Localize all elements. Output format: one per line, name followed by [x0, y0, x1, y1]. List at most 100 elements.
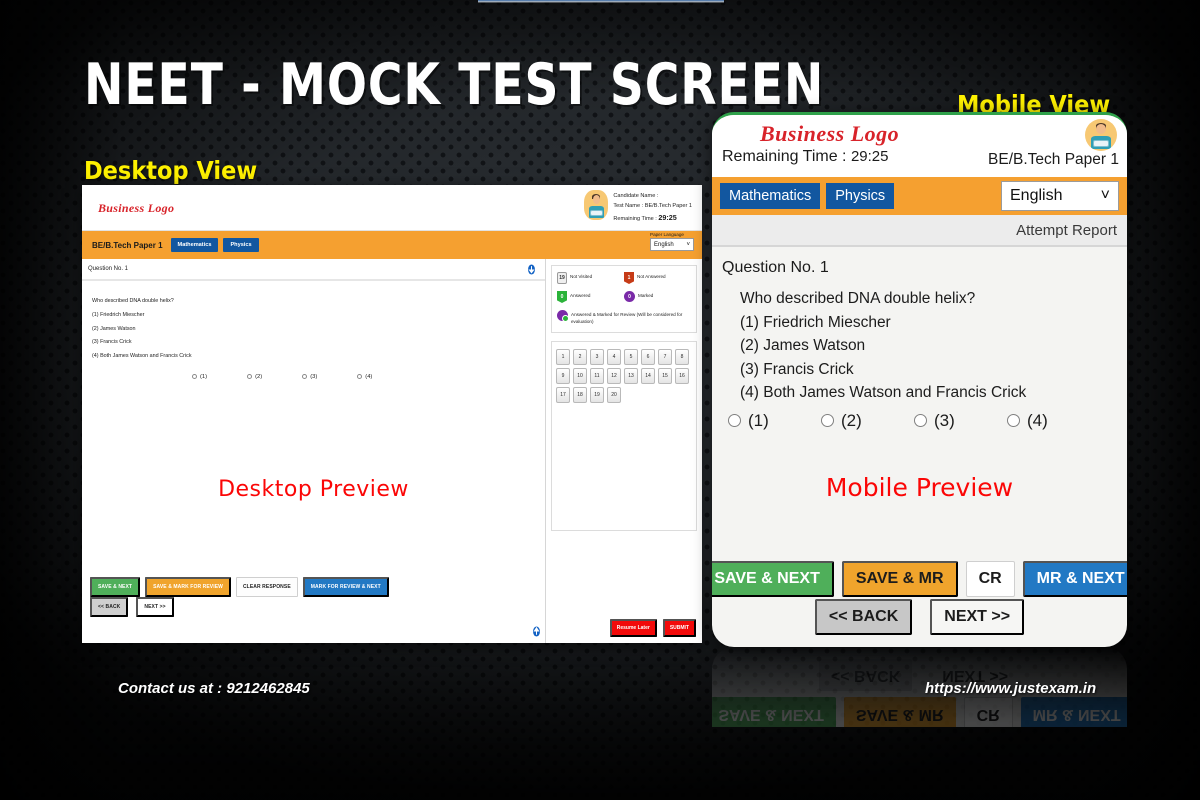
resume-later-button[interactable]: Resume Later	[609, 619, 657, 637]
avatar	[1085, 119, 1117, 151]
mobile-question-content: Who described DNA double helix? (1) Frie…	[712, 277, 1127, 405]
answered-marked-chip-icon	[557, 310, 569, 322]
desktop-question-header: Question No. 1	[82, 259, 545, 281]
mobile-action-buttons-row-1: SAVE & NEXT SAVE & MR CR MR & NEXT	[712, 561, 1127, 597]
mobile-tab-physics[interactable]: Physics	[826, 183, 895, 209]
desktop-navbar: BE/B.Tech Paper 1 Mathematics Physics Pa…	[82, 231, 702, 259]
palette-question-2[interactable]: 2	[573, 349, 587, 366]
palette-question-12[interactable]: 12	[607, 368, 621, 385]
desktop-preview-watermark: Desktop Preview	[218, 477, 409, 502]
mobile-save-and-next-button[interactable]: SAVE & NEXT	[712, 561, 834, 597]
mobile-timer-value: 29:25	[850, 148, 889, 165]
palette-question-8[interactable]: 8	[675, 349, 689, 366]
mobile-paper-name: BE/B.Tech Paper 1	[988, 151, 1119, 168]
palette-question-10[interactable]: 10	[573, 368, 587, 385]
desktop-question-option-1: (1) Friedrich Miescher	[92, 311, 145, 318]
radio-icon[interactable]	[1007, 414, 1020, 428]
desktop-topbar: Business Logo Candidate Name : Test Name…	[82, 185, 702, 231]
scroll-down-arrow-icon[interactable]	[526, 263, 537, 275]
mobile-radio-option-3[interactable]: (3)	[914, 411, 1007, 431]
palette-question-3[interactable]: 3	[590, 349, 604, 366]
page-title: NEET - MOCK TEST SCREEN	[84, 52, 825, 118]
back-button[interactable]: << BACK	[90, 597, 129, 617]
mobile-preview-window: Business Logo Remaining Time : 29:25 BE/…	[712, 112, 1127, 647]
radio-icon[interactable]	[247, 374, 253, 380]
palette-question-17[interactable]: 17	[556, 387, 570, 404]
mobile-back-button[interactable]: << BACK	[814, 599, 913, 635]
desktop-question-option-4: (4) Both James Watson and Francis Crick	[92, 353, 192, 360]
palette-question-11[interactable]: 11	[590, 368, 604, 385]
desktop-question-option-3: (3) Francis Crick	[92, 339, 132, 346]
palette-question-6[interactable]: 6	[641, 349, 655, 366]
radio-icon[interactable]	[914, 414, 927, 428]
mobile-radio-option-2[interactable]: (2)	[821, 411, 914, 431]
chevron-down-icon: ˅	[1100, 187, 1110, 204]
mobile-business-logo: Business Logo	[760, 121, 900, 146]
mobile-question-option-1: (1) Friedrich Miescher	[740, 313, 891, 331]
mobile-clear-response-button[interactable]: CR	[965, 561, 1015, 597]
scroll-up-arrow-icon[interactable]	[531, 626, 542, 637]
desktop-language-select[interactable]: English ˅	[650, 238, 694, 251]
palette-question-15[interactable]: 15	[658, 368, 672, 385]
attempt-report-link[interactable]: Attempt Report	[1016, 222, 1117, 239]
palette-question-7[interactable]: 7	[658, 349, 672, 366]
desktop-sidebar: 19 Not Visited 1 Not Answered 0 Answered…	[533, 259, 702, 643]
palette-question-16[interactable]: 16	[675, 368, 689, 385]
mobile-navbar: Mathematics Physics English ˅	[712, 177, 1127, 215]
desktop-tab-mathematics[interactable]: Mathematics	[170, 238, 219, 252]
avatar	[584, 190, 609, 220]
palette-question-4[interactable]: 4	[607, 349, 621, 366]
desktop-palette-grid: 1 2 3 4 5 6 7 8 9 10 11 12 13 14 15 16 17 18 19 20	[556, 349, 692, 404]
radio-icon[interactable]	[302, 374, 308, 380]
desktop-timer-value: 29:25	[658, 212, 677, 222]
palette-question-19[interactable]: 19	[590, 387, 604, 404]
mobile-header: Business Logo Remaining Time : 29:25 BE/…	[712, 115, 1127, 177]
legend-item-answered-and-marked: Answered & Marked for Review (Will be co…	[557, 310, 691, 325]
desktop-question-number: Question No. 1	[88, 266, 129, 272]
palette-question-14[interactable]: 14	[641, 368, 655, 385]
next-button[interactable]: NEXT >>	[136, 597, 174, 617]
palette-question-5[interactable]: 5	[624, 349, 638, 366]
desktop-radio-option-4[interactable]: (4)	[357, 374, 372, 380]
mobile-save-and-mark-review-button[interactable]: SAVE & MR	[841, 561, 958, 597]
radio-icon[interactable]	[192, 374, 197, 380]
desktop-radio-option-3[interactable]: (3)	[302, 374, 317, 380]
desktop-question-pane: Question No. 1 Who described DNA double …	[82, 259, 546, 643]
mobile-question-text: Who described DNA double helix?	[740, 290, 976, 307]
desktop-paper-name: BE/B.Tech Paper 1	[92, 240, 163, 250]
legend-item-not-answered: 1 Not Answered	[624, 272, 691, 284]
footer-url[interactable]: https://www.justexam.in	[925, 680, 1096, 697]
mobile-language-select[interactable]: English ˅	[1001, 181, 1119, 211]
palette-question-1[interactable]: 1	[556, 349, 570, 366]
desktop-radio-option-2[interactable]: (2)	[247, 374, 262, 380]
desktop-legend-panel: 19 Not Visited 1 Not Answered 0 Answered…	[551, 265, 697, 334]
desktop-question-palette: 1 2 3 4 5 6 7 8 9 10 11 12 13 14 15 16 17 18 19 20	[551, 341, 697, 532]
clear-response-button[interactable]: CLEAR RESPONSE	[235, 577, 298, 597]
desktop-language-group: Paper Language English ˅	[650, 232, 694, 251]
desktop-answer-options: (1) (2) (3) (4)	[92, 374, 545, 380]
save-and-mark-for-review-button[interactable]: SAVE & MARK FOR REVIEW	[145, 577, 231, 597]
desktop-preview-window: Business Logo Candidate Name : Test Name…	[82, 185, 702, 643]
submit-button[interactable]: SUBMIT	[662, 619, 696, 637]
mobile-question-number: Question No. 1	[722, 259, 829, 276]
desktop-tab-physics[interactable]: Physics	[223, 238, 259, 252]
mobile-tab-mathematics[interactable]: Mathematics	[720, 183, 821, 209]
mark-for-review-and-next-button[interactable]: MARK FOR REVIEW & NEXT	[302, 577, 389, 597]
mobile-mark-review-next-button[interactable]: MR & NEXT	[1022, 561, 1127, 597]
save-and-next-button[interactable]: SAVE & NEXT	[90, 577, 141, 597]
palette-question-18[interactable]: 18	[573, 387, 587, 404]
palette-question-20[interactable]: 20	[607, 387, 621, 404]
mobile-next-button[interactable]: NEXT >>	[930, 599, 1025, 635]
mobile-radio-option-4[interactable]: (4)	[1007, 411, 1100, 431]
not-visited-chip-icon: 19	[557, 272, 567, 284]
desktop-radio-option-1[interactable]: (1)	[192, 374, 207, 380]
radio-icon[interactable]	[357, 374, 363, 380]
palette-question-9[interactable]: 9	[556, 368, 570, 385]
palette-question-13[interactable]: 13	[624, 368, 638, 385]
radio-icon[interactable]	[821, 414, 834, 428]
radio-icon[interactable]	[728, 414, 741, 428]
not-answered-chip-icon: 1	[624, 272, 634, 284]
desktop-question-option-2: (2) James Watson	[92, 325, 136, 332]
mobile-radio-option-1[interactable]: (1)	[728, 411, 821, 431]
legend-row: 0 Answered 0 Marked	[557, 291, 691, 303]
